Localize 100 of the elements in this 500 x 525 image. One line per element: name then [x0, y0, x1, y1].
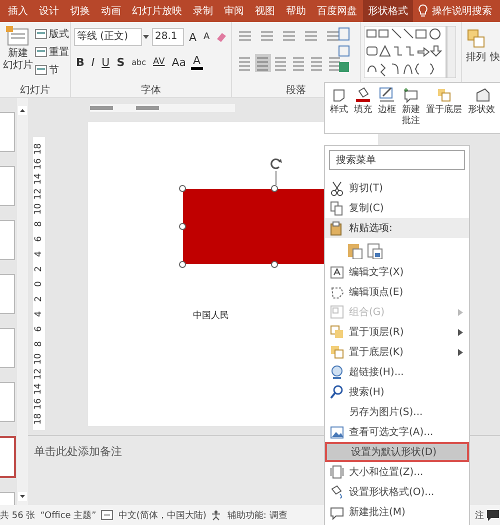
- ribbon-tab[interactable]: 设计: [34, 0, 64, 22]
- edit-points-icon: [330, 284, 344, 300]
- toolbar-button[interactable]: 形状效: [468, 87, 495, 133]
- font-size-field[interactable]: 28.1: [152, 28, 184, 46]
- language[interactable]: 中文(简体，中国大陆): [118, 508, 206, 522]
- shape-effects-icon: [474, 87, 490, 103]
- toolbar-button[interactable]: 样式: [330, 87, 348, 133]
- toolbar-button[interactable]: 新建批注: [402, 87, 420, 133]
- menu-item[interactable]: 设置为默认形状(D): [325, 442, 469, 462]
- new-slide-button[interactable]: 新建 幻灯片: [3, 26, 33, 83]
- toolbar-button[interactable]: 置于底层: [426, 87, 462, 133]
- quick-styles-button[interactable]: 快: [490, 50, 500, 64]
- menu-item[interactable]: 搜索(H): [325, 382, 469, 402]
- paste-keep-formatting-icon[interactable]: [347, 241, 363, 259]
- shrink-font-button[interactable]: A: [202, 32, 212, 42]
- ribbon-tab[interactable]: 帮助: [281, 0, 311, 22]
- ribbon-tab[interactable]: 切换: [65, 0, 95, 22]
- reset-button[interactable]: 重置: [35, 44, 69, 59]
- ruler-number: 12: [34, 368, 44, 380]
- ruler-number: 2: [34, 266, 44, 272]
- font-color-button[interactable]: A: [191, 54, 203, 70]
- underline-button[interactable]: U: [100, 56, 112, 68]
- menu-item[interactable]: 剪切(T): [325, 178, 469, 198]
- resize-handle[interactable]: [179, 185, 186, 192]
- bring-front-icon: [330, 324, 344, 340]
- ribbon-tab[interactable]: 视图: [250, 0, 280, 22]
- accessibility-status[interactable]: 辅助功能: 调查: [227, 508, 288, 522]
- slide-thumbnail[interactable]: [0, 328, 15, 368]
- menu-item[interactable]: 编辑顶点(E): [325, 282, 469, 302]
- menu-item[interactable]: 置于顶层(R): [325, 322, 469, 342]
- slide-thumbnail[interactable]: [0, 166, 15, 206]
- menu-item[interactable]: 设置形状格式(O)...: [325, 482, 469, 502]
- ribbon-tab[interactable]: 百度网盘: [312, 0, 362, 22]
- slide-thumbnail[interactable]: [0, 382, 15, 422]
- ruler-number: 12: [34, 188, 44, 200]
- ruler-number: 8: [34, 220, 44, 226]
- notes-button[interactable]: 注: [475, 508, 484, 522]
- menu-section-header: 粘贴选项:: [349, 222, 392, 235]
- menu-search-field[interactable]: 搜索菜单: [329, 150, 465, 170]
- ruler-number: 10: [34, 352, 44, 364]
- lightbulb-icon: [418, 4, 428, 18]
- accessibility-icon[interactable]: [211, 510, 222, 520]
- ribbon-tab[interactable]: 插入: [3, 0, 33, 22]
- section-button[interactable]: 节: [35, 62, 69, 77]
- group-icon: [330, 304, 344, 320]
- paste-picture-icon[interactable]: [367, 241, 383, 259]
- grow-font-button[interactable]: A: [187, 30, 199, 44]
- font-name-field[interactable]: 等线 (正文): [74, 28, 142, 46]
- dropdown-arrow-icon[interactable]: [143, 35, 149, 39]
- ruler-number: 6: [34, 236, 44, 242]
- slide-thumbnail[interactable]: [0, 436, 16, 478]
- layout-icon: [35, 28, 47, 38]
- ruler-number: 4: [34, 250, 44, 256]
- strikethrough-button[interactable]: S: [114, 56, 127, 68]
- ribbon-tab[interactable]: 录制: [188, 0, 218, 22]
- scroll-down-icon[interactable]: [18, 492, 27, 501]
- change-case-button[interactable]: Aa: [170, 56, 188, 68]
- rotate-handle-icon[interactable]: [269, 157, 283, 185]
- scissors-icon: [330, 180, 344, 196]
- slide-thumbnail[interactable]: [0, 112, 15, 152]
- small-caps-button[interactable]: abc: [130, 58, 148, 66]
- layout-button[interactable]: 版式: [35, 26, 69, 41]
- slide-thumbnail[interactable]: [0, 274, 15, 314]
- scroll-up-icon[interactable]: [18, 106, 27, 115]
- spacing-button[interactable]: AV: [151, 57, 167, 67]
- arrange-button[interactable]: 排列: [462, 22, 490, 64]
- resize-handle[interactable]: [179, 223, 186, 230]
- copy-icon: [330, 200, 344, 216]
- slide-text: 中国人民: [193, 310, 229, 322]
- text-box-icon: [330, 264, 344, 280]
- clipboard-icon: [329, 220, 343, 236]
- menu-item[interactable]: 大小和位置(Z)...: [325, 462, 469, 482]
- italic-button[interactable]: I: [89, 56, 97, 68]
- menu-item[interactable]: 编辑文字(X): [325, 262, 469, 282]
- group-label: 段落: [286, 84, 306, 97]
- comment-icon[interactable]: [487, 510, 499, 520]
- menu-item[interactable]: 另存为图片(S)...: [325, 402, 469, 422]
- menu-item[interactable]: 置于底层(K): [325, 342, 469, 362]
- menu-item[interactable]: 复制(C): [325, 198, 469, 218]
- toolbar-button[interactable]: 填充: [354, 87, 372, 133]
- send-backward-icon: [436, 87, 452, 103]
- ruler-number: 4: [34, 310, 44, 316]
- ribbon-tab[interactable]: 形状格式: [363, 0, 413, 22]
- slide-thumbnail[interactable]: [0, 220, 15, 260]
- tell-me-search[interactable]: 操作说明搜索: [418, 0, 492, 22]
- bold-button[interactable]: B: [74, 56, 86, 68]
- toolbar-button[interactable]: 边框: [378, 87, 396, 133]
- slide-count: 共 56 张: [0, 510, 36, 522]
- resize-handle[interactable]: [271, 185, 278, 192]
- ribbon-tab[interactable]: 动画: [96, 0, 126, 22]
- resize-handle[interactable]: [271, 261, 278, 268]
- menu-item[interactable]: 新建批注(M): [325, 502, 469, 522]
- ribbon-tab[interactable]: 幻灯片放映: [127, 0, 187, 22]
- resize-handle[interactable]: [179, 261, 186, 268]
- send-back-icon: [330, 344, 344, 360]
- size-frame-icon: [330, 464, 344, 480]
- menu-item[interactable]: 超链接(H)...: [325, 362, 469, 382]
- format-shape-icon: [330, 484, 344, 500]
- ribbon-tab[interactable]: 审阅: [219, 0, 249, 22]
- scrollbar[interactable]: [17, 98, 28, 505]
